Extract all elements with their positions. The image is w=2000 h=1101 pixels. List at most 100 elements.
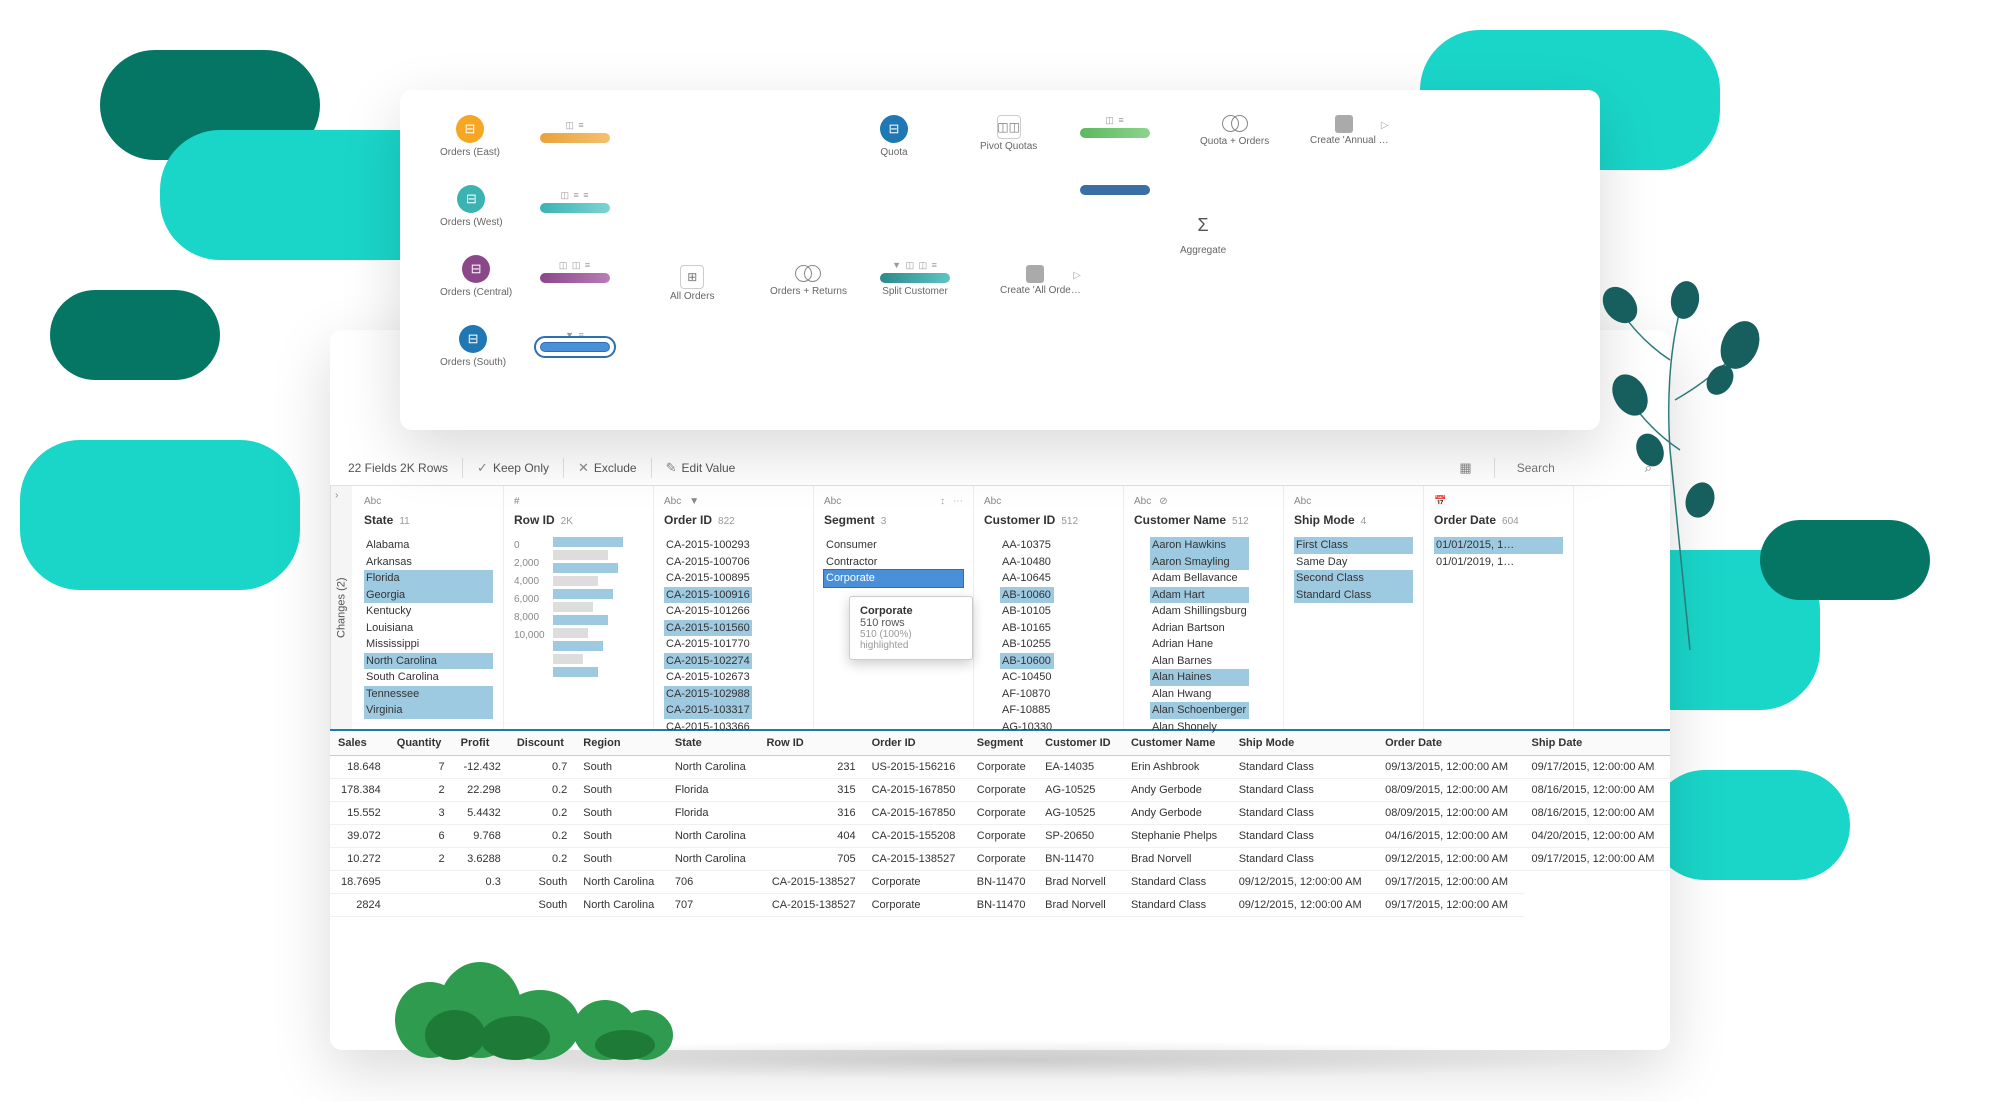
list-item[interactable]: CA-2015-102274 [664, 653, 752, 670]
list-item[interactable]: Adam Hart [1150, 587, 1249, 604]
list-item[interactable]: Tennessee [364, 686, 493, 703]
list-item[interactable]: AF-10885 [1000, 702, 1054, 719]
column-header[interactable]: Discount [509, 731, 575, 756]
profile-col-row-id[interactable]: # Row ID2K 02,0004,0006,0008,00010,000 [504, 486, 654, 729]
list-item[interactable]: CA-2015-102988 [664, 686, 752, 703]
table-row[interactable]: 10.27223.62880.2SouthNorth Carolina705CA… [330, 848, 1670, 871]
profile-col-order-id[interactable]: Abc▼ Order ID822 CA-2015-100293CA-2015-1… [654, 486, 814, 729]
list-item[interactable]: Georgia [364, 587, 493, 604]
list-item[interactable]: Alan Shonely [1150, 719, 1249, 736]
output-annual[interactable]: ▷ Create 'Annual … [1310, 115, 1389, 146]
source-quota[interactable]: ⊟ Quota [880, 115, 908, 158]
list-item[interactable]: AC-10450 [1000, 669, 1054, 686]
list-item[interactable]: AB-10165 [1000, 620, 1054, 637]
list-item[interactable]: AB-10600 [1000, 653, 1054, 670]
list-item[interactable]: AB-10255 [1000, 636, 1054, 653]
list-item[interactable]: Alan Schoenberger [1150, 702, 1249, 719]
list-item[interactable]: CA-2015-101560 [664, 620, 752, 637]
source-orders-central[interactable]: ⊟ Orders (Central) [440, 255, 512, 298]
list-item[interactable]: Arkansas [364, 554, 493, 571]
histogram-bar[interactable] [553, 641, 643, 651]
histogram-bar[interactable] [553, 550, 643, 560]
list-item[interactable]: AG-10330 [1000, 719, 1054, 736]
list-item[interactable]: Louisiana [364, 620, 493, 637]
list-item[interactable]: Adrian Bartson [1150, 620, 1249, 637]
list-item[interactable]: South Carolina [364, 669, 493, 686]
exclude-button[interactable]: ✕ Exclude [578, 460, 637, 476]
table-row[interactable]: 18.76950.3SouthNorth Carolina706CA-2015-… [330, 871, 1670, 894]
histogram-bar[interactable] [553, 576, 643, 586]
list-item[interactable]: Kentucky [364, 603, 493, 620]
profile-col-segment[interactable]: Abc ↕ ⋯ Segment3 ConsumerContractorCorpo… [814, 486, 974, 729]
join-quota-orders[interactable]: Quota + Orders [1200, 115, 1269, 147]
table-row[interactable]: 39.07269.7680.2SouthNorth Carolina404CA-… [330, 825, 1670, 848]
clean-step-east[interactable]: ◫ ≡ [540, 120, 610, 146]
histogram-bar[interactable] [553, 615, 643, 625]
step-split-customer[interactable]: ▼ ◫ ◫ ≡ Split Customer [880, 260, 950, 297]
column-header[interactable]: Order ID [864, 731, 969, 756]
list-item[interactable]: Second Class [1294, 570, 1413, 587]
list-item[interactable]: Adam Shillingsburg [1150, 603, 1249, 620]
list-item[interactable]: Standard Class [1294, 587, 1413, 604]
data-grid[interactable]: SalesQuantityProfitDiscountRegionStateRo… [330, 731, 1670, 917]
list-item[interactable]: CA-2015-101770 [664, 636, 752, 653]
list-item[interactable]: AF-10870 [1000, 686, 1054, 703]
histogram-bar[interactable] [553, 589, 643, 599]
list-item[interactable]: AB-10105 [1000, 603, 1054, 620]
list-item[interactable]: AA-10375 [1000, 537, 1054, 554]
list-item[interactable]: CA-2015-101266 [664, 603, 752, 620]
grid-icon[interactable]: ▦ [1459, 460, 1471, 476]
source-orders-east[interactable]: ⊟ Orders (East) [440, 115, 500, 158]
edit-value-button[interactable]: ✎ Edit Value [666, 460, 736, 476]
clean-step-mid[interactable] [1080, 185, 1150, 198]
list-item[interactable]: Alan Barnes [1150, 653, 1249, 670]
list-item[interactable]: Florida [364, 570, 493, 587]
list-item[interactable]: Consumer [824, 537, 963, 554]
join-orders-returns[interactable]: Orders + Returns [770, 265, 847, 297]
list-item[interactable]: AA-10645 [1000, 570, 1054, 587]
column-header[interactable]: Order Date [1377, 731, 1523, 756]
list-item[interactable]: North Carolina [364, 653, 493, 670]
list-item[interactable]: Alan Haines [1150, 669, 1249, 686]
list-item[interactable]: First Class [1294, 537, 1413, 554]
profile-col-state[interactable]: Abc State11 AlabamaArkansasFloridaGeorgi… [354, 486, 504, 729]
output-all-orders[interactable]: ▷ Create 'All Orde… [1000, 265, 1081, 296]
profile-col-order-date[interactable]: 📅 Order Date604 01/01/2015, 1…01/01/2019… [1424, 486, 1574, 729]
histogram-bar[interactable] [553, 654, 643, 664]
step-aggregate[interactable]: Σ Aggregate [1180, 215, 1226, 256]
list-item[interactable]: Adrian Hane [1150, 636, 1249, 653]
list-item[interactable]: Alabama [364, 537, 493, 554]
clean-step-central[interactable]: ◫ ◫ ≡ [540, 260, 610, 286]
table-row[interactable]: 2824SouthNorth Carolina707CA-2015-138527… [330, 894, 1670, 917]
list-item[interactable]: CA-2015-103317 [664, 702, 752, 719]
list-item[interactable]: Adam Bellavance [1150, 570, 1249, 587]
list-item[interactable]: Alan Hwang [1150, 686, 1249, 703]
list-item[interactable]: Same Day [1294, 554, 1413, 571]
union-all-orders[interactable]: ⊞ All Orders [670, 265, 714, 302]
list-item[interactable]: Aaron Hawkins [1150, 537, 1249, 554]
list-item[interactable]: Contractor [824, 554, 963, 571]
list-item[interactable]: AA-10480 [1000, 554, 1054, 571]
list-item[interactable]: Corporate [824, 570, 963, 587]
list-item[interactable]: Mississippi [364, 636, 493, 653]
column-header[interactable]: Region [575, 731, 667, 756]
list-item[interactable]: CA-2015-100916 [664, 587, 752, 604]
table-row[interactable]: 18.6487-12.4320.7SouthNorth Carolina231U… [330, 756, 1670, 779]
clean-step-west[interactable]: ◫ ≡ ≡ [540, 190, 610, 216]
list-item[interactable]: 01/01/2019, 1… [1434, 554, 1563, 571]
clean-step-quota[interactable]: ◫ ≡ [1080, 115, 1150, 141]
list-item[interactable]: AB-10060 [1000, 587, 1054, 604]
table-row[interactable]: 178.384222.2980.2SouthFlorida315CA-2015-… [330, 779, 1670, 802]
histogram-bar[interactable] [553, 563, 643, 573]
step-pivot-quotas[interactable]: ◫◫ Pivot Quotas [980, 115, 1037, 152]
histogram-bar[interactable] [553, 628, 643, 638]
list-item[interactable]: CA-2015-100706 [664, 554, 752, 571]
keep-only-button[interactable]: ✓ Keep Only [477, 460, 549, 476]
source-orders-west[interactable]: ⊟ Orders (West) [440, 185, 503, 228]
changes-tab[interactable]: Changes (2) [330, 486, 352, 729]
more-icon[interactable]: ⋯ [953, 496, 963, 507]
list-item[interactable]: CA-2015-103366 [664, 719, 752, 736]
histogram-bar[interactable] [553, 667, 643, 677]
histogram-bar[interactable] [553, 602, 643, 612]
list-item[interactable]: CA-2015-100293 [664, 537, 752, 554]
